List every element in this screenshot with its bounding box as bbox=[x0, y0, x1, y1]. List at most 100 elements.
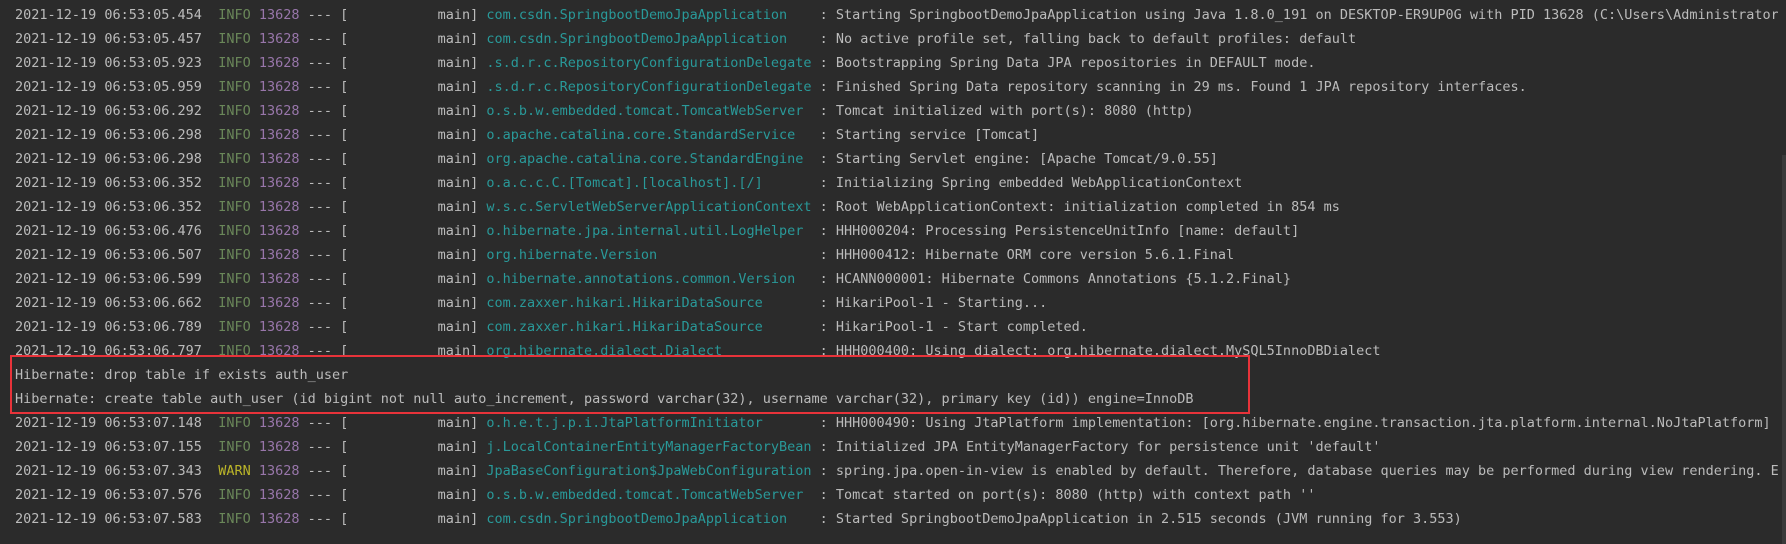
log-level: INFO bbox=[201, 319, 259, 335]
log-timestamp: 2021-12-19 06:53:06.298 bbox=[15, 151, 202, 167]
log-pid: 13628 bbox=[258, 439, 300, 455]
log-level: INFO bbox=[201, 31, 259, 47]
log-pid: 13628 bbox=[258, 127, 300, 143]
log-timestamp: 2021-12-19 06:53:06.352 bbox=[15, 199, 202, 215]
log-thread: --- [ main] bbox=[299, 127, 487, 143]
log-level: INFO bbox=[201, 487, 259, 503]
log-timestamp: 2021-12-19 06:53:07.148 bbox=[15, 415, 202, 431]
log-line: 2021-12-19 06:53:06.662 INFO 13628 --- [… bbox=[15, 291, 1047, 315]
log-level: WARN bbox=[201, 463, 259, 479]
log-pid: 13628 bbox=[258, 271, 300, 287]
log-pid: 13628 bbox=[258, 55, 300, 71]
log-message: : Finished Spring Data repository scanni… bbox=[811, 79, 1527, 95]
log-timestamp: 2021-12-19 06:53:07.576 bbox=[15, 487, 202, 503]
log-line: 2021-12-19 06:53:05.959 INFO 13628 --- [… bbox=[15, 75, 1527, 99]
log-timestamp: 2021-12-19 06:53:06.662 bbox=[15, 295, 202, 311]
log-line: 2021-12-19 06:53:05.457 INFO 13628 --- [… bbox=[15, 27, 1356, 51]
log-line: 2021-12-19 06:53:06.789 INFO 13628 --- [… bbox=[15, 315, 1088, 339]
log-pid: 13628 bbox=[258, 7, 300, 23]
log-message: : HHH000204: Processing PersistenceUnitI… bbox=[811, 223, 1300, 239]
log-message: : Starting SpringbootDemoJpaApplication … bbox=[811, 7, 1786, 23]
log-pid: 13628 bbox=[258, 463, 300, 479]
log-level: INFO bbox=[201, 151, 259, 167]
log-message: : spring.jpa.open-in-view is enabled by … bbox=[811, 463, 1786, 479]
log-message: : HHH000412: Hibernate ORM core version … bbox=[811, 247, 1235, 263]
log-message: : Initializing Spring embedded WebApplic… bbox=[811, 175, 1243, 191]
log-pid: 13628 bbox=[258, 415, 300, 431]
log-timestamp: 2021-12-19 06:53:05.454 bbox=[15, 7, 202, 23]
log-thread: --- [ main] bbox=[299, 463, 487, 479]
log-logger: com.zaxxer.hikari.HikariDataSource bbox=[486, 319, 812, 335]
log-pid: 13628 bbox=[258, 295, 300, 311]
log-thread: --- [ main] bbox=[299, 511, 487, 527]
log-logger: org.hibernate.Version bbox=[486, 247, 812, 263]
log-thread: --- [ main] bbox=[299, 247, 487, 263]
log-level: INFO bbox=[201, 103, 259, 119]
log-pid: 13628 bbox=[258, 175, 300, 191]
log-message: : Started SpringbootDemoJpaApplication i… bbox=[811, 511, 1462, 527]
log-timestamp: 2021-12-19 06:53:07.155 bbox=[15, 439, 202, 455]
log-logger: .s.d.r.c.RepositoryConfigurationDelegate bbox=[486, 79, 812, 95]
log-thread: --- [ main] bbox=[299, 31, 487, 47]
log-line: 2021-12-19 06:53:06.476 INFO 13628 --- [… bbox=[15, 219, 1299, 243]
log-line: 2021-12-19 06:53:05.454 INFO 13628 --- [… bbox=[15, 3, 1786, 27]
log-logger: o.apache.catalina.core.StandardService bbox=[486, 127, 812, 143]
log-pid: 13628 bbox=[258, 79, 300, 95]
log-timestamp: 2021-12-19 06:53:06.292 bbox=[15, 103, 202, 119]
log-pid: 13628 bbox=[258, 31, 300, 47]
log-level: INFO bbox=[201, 295, 259, 311]
log-pid: 13628 bbox=[258, 319, 300, 335]
log-message: : HikariPool-1 - Starting... bbox=[811, 295, 1048, 311]
log-line: 2021-12-19 06:53:06.292 INFO 13628 --- [… bbox=[15, 99, 1194, 123]
log-timestamp: 2021-12-19 06:53:06.507 bbox=[15, 247, 202, 263]
log-thread: --- [ main] bbox=[299, 151, 487, 167]
log-thread: --- [ main] bbox=[299, 487, 487, 503]
log-logger: com.csdn.SpringbootDemoJpaApplication bbox=[486, 511, 812, 527]
log-message: : No active profile set, falling back to… bbox=[811, 31, 1357, 47]
log-message: : Root WebApplicationContext: initializa… bbox=[811, 199, 1340, 215]
log-timestamp: 2021-12-19 06:53:06.298 bbox=[15, 127, 202, 143]
scrollbar[interactable] bbox=[1778, 0, 1786, 544]
log-message: : HikariPool-1 - Start completed. bbox=[811, 319, 1088, 335]
log-line: 2021-12-19 06:53:07.576 INFO 13628 --- [… bbox=[15, 483, 1315, 507]
log-level: INFO bbox=[201, 175, 259, 191]
log-pid: 13628 bbox=[258, 247, 300, 263]
log-thread: --- [ main] bbox=[299, 223, 487, 239]
log-line: 2021-12-19 06:53:07.155 INFO 13628 --- [… bbox=[15, 435, 1380, 459]
log-level: INFO bbox=[201, 127, 259, 143]
log-thread: --- [ main] bbox=[299, 295, 487, 311]
log-pid: 13628 bbox=[258, 487, 300, 503]
log-message: : Tomcat started on port(s): 8080 (http)… bbox=[811, 487, 1316, 503]
log-logger: w.s.c.ServletWebServerApplicationContext bbox=[486, 199, 812, 215]
log-line: 2021-12-19 06:53:06.352 INFO 13628 --- [… bbox=[15, 195, 1340, 219]
log-logger: com.zaxxer.hikari.HikariDataSource bbox=[486, 295, 812, 311]
log-pid: 13628 bbox=[258, 151, 300, 167]
log-thread: --- [ main] bbox=[299, 79, 487, 95]
highlight-box bbox=[10, 355, 1250, 414]
log-timestamp: 2021-12-19 06:53:05.457 bbox=[15, 31, 202, 47]
log-logger: o.s.b.w.embedded.tomcat.TomcatWebServer bbox=[486, 487, 812, 503]
log-level: INFO bbox=[201, 199, 259, 215]
log-timestamp: 2021-12-19 06:53:06.476 bbox=[15, 223, 202, 239]
log-timestamp: 2021-12-19 06:53:07.583 bbox=[15, 511, 202, 527]
log-logger: com.csdn.SpringbootDemoJpaApplication bbox=[486, 7, 812, 23]
log-line: 2021-12-19 06:53:06.298 INFO 13628 --- [… bbox=[15, 147, 1218, 171]
log-timestamp: 2021-12-19 06:53:05.959 bbox=[15, 79, 202, 95]
log-line: 2021-12-19 06:53:07.148 INFO 13628 --- [… bbox=[15, 411, 1771, 435]
log-logger: com.csdn.SpringbootDemoJpaApplication bbox=[486, 31, 812, 47]
log-logger: o.s.b.w.embedded.tomcat.TomcatWebServer bbox=[486, 103, 812, 119]
log-thread: --- [ main] bbox=[299, 415, 487, 431]
log-level: INFO bbox=[201, 271, 259, 287]
log-thread: --- [ main] bbox=[299, 319, 487, 335]
log-pid: 13628 bbox=[258, 223, 300, 239]
scrollbar-thumb[interactable] bbox=[1782, 155, 1786, 544]
log-line: 2021-12-19 06:53:07.343 WARN 13628 --- [… bbox=[15, 459, 1786, 483]
log-message: : Bootstrapping Spring Data JPA reposito… bbox=[811, 55, 1316, 71]
log-line: 2021-12-19 06:53:07.583 INFO 13628 --- [… bbox=[15, 507, 1462, 531]
log-logger: o.h.e.t.j.p.i.JtaPlatformInitiator bbox=[486, 415, 812, 431]
log-thread: --- [ main] bbox=[299, 439, 487, 455]
console-output: 2021-12-19 06:53:05.454 INFO 13628 --- [… bbox=[0, 0, 1786, 544]
log-message: : Initialized JPA EntityManagerFactory f… bbox=[811, 439, 1381, 455]
log-thread: --- [ main] bbox=[299, 7, 487, 23]
log-pid: 13628 bbox=[258, 199, 300, 215]
